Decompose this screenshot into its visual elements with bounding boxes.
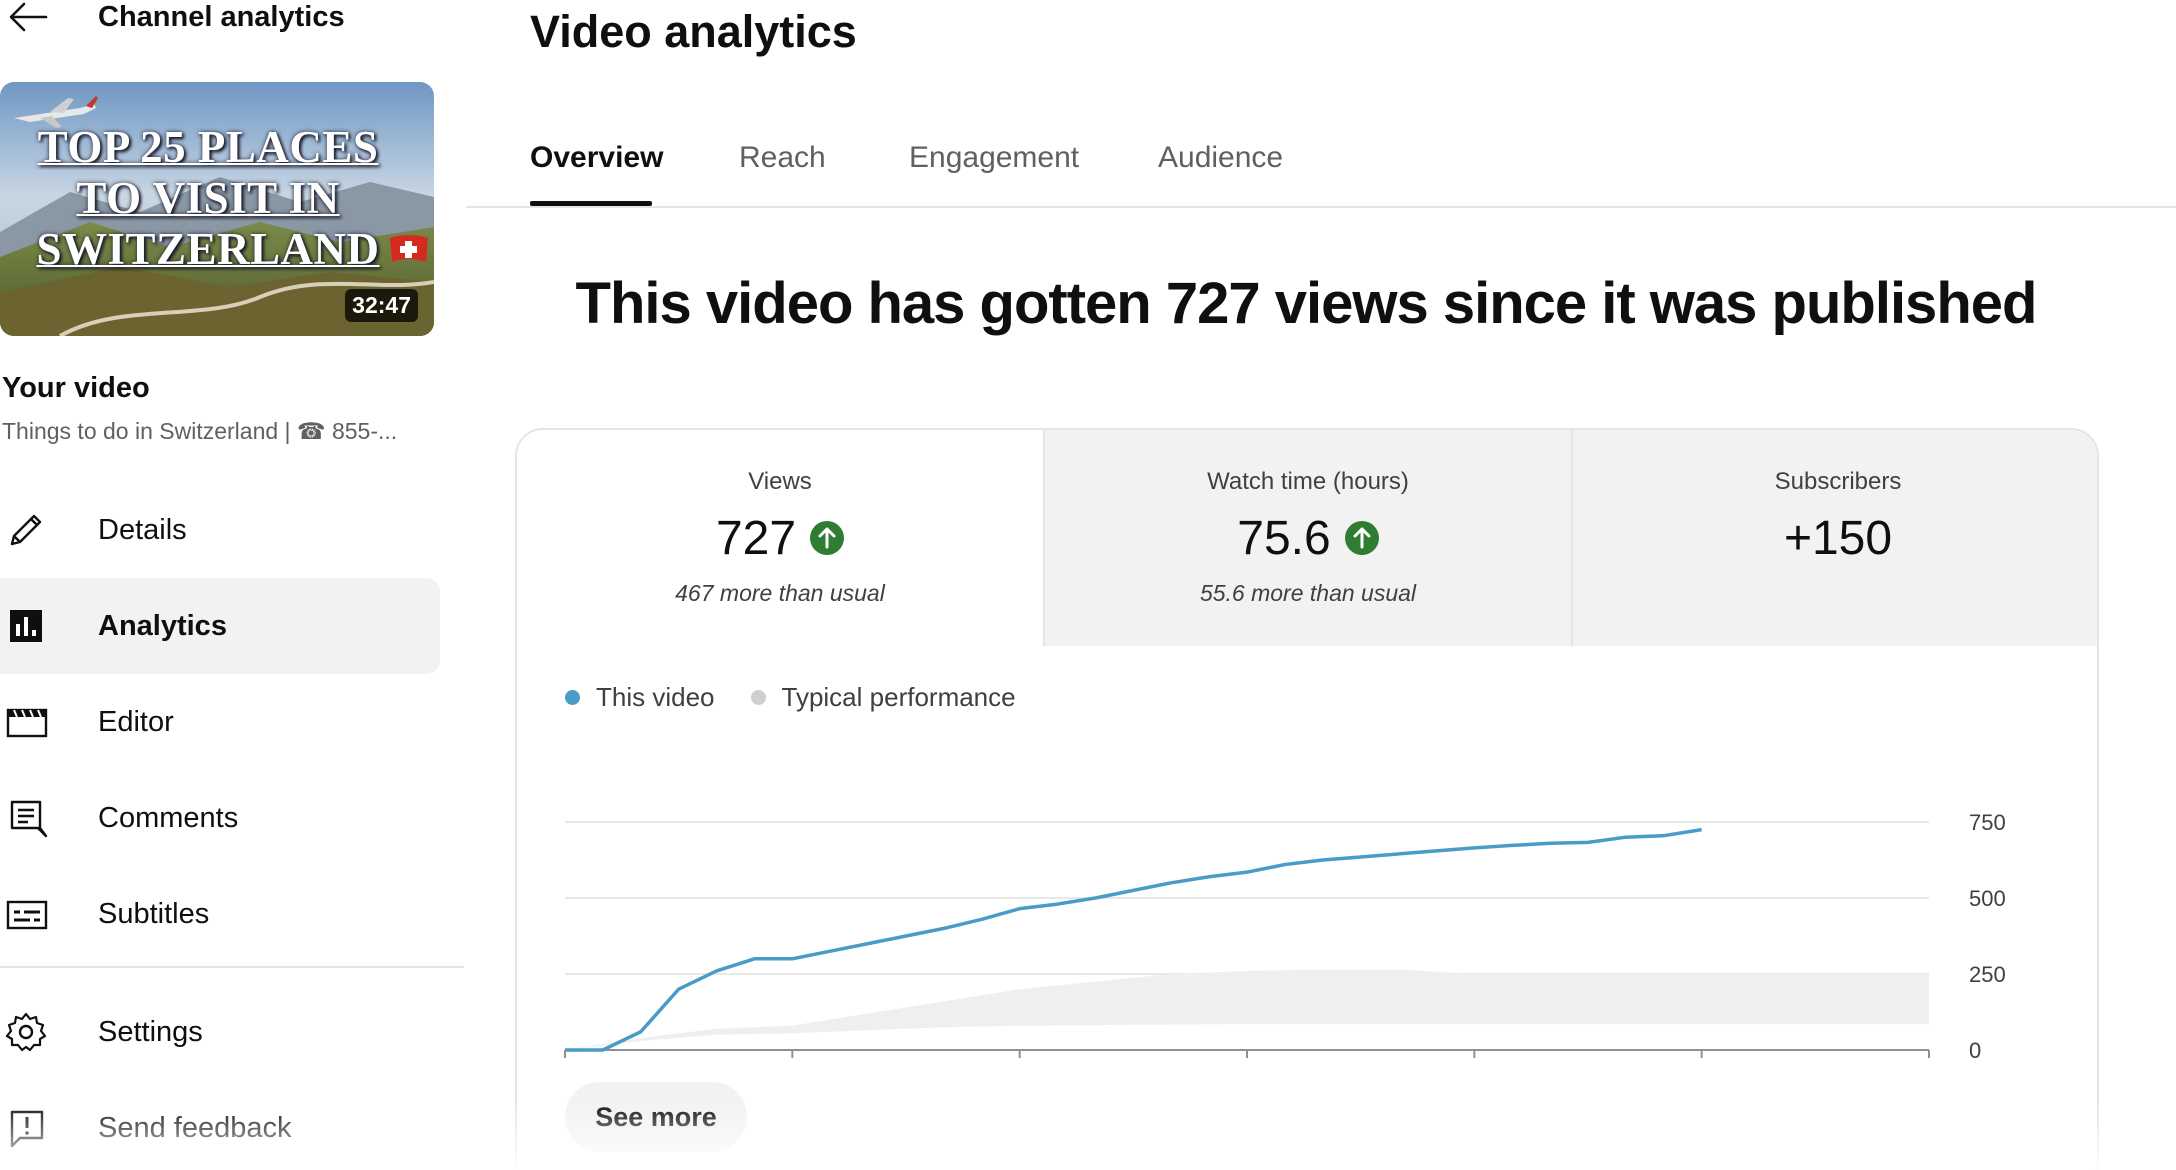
trend-up-icon	[1344, 521, 1379, 555]
sidebar-item-label: Send feedback	[98, 1112, 292, 1144]
sidebar-item-label: Settings	[98, 1016, 203, 1048]
subtitles-icon	[4, 894, 48, 934]
metric-value: 727	[715, 511, 797, 565]
legend-typical: Typical performance	[750, 682, 1016, 713]
sidebar-item-label: Analytics	[98, 610, 227, 642]
sidebar-item-label: Subtitles	[98, 898, 210, 930]
sidebar-item-send-feedback[interactable]: Send feedback	[0, 1080, 440, 1170]
y-tick-label: 500	[1969, 886, 2006, 911]
legend-this-video: This video	[565, 682, 715, 713]
thumbnail-line-2: TO VISIT IN	[76, 173, 340, 223]
sidebar-item-editor[interactable]: Editor	[0, 674, 440, 770]
views-headline: This video has gotten 727 views since it…	[575, 271, 2038, 336]
page-title: Video analytics	[530, 6, 857, 57]
sidebar-item-details[interactable]: Details	[0, 482, 440, 578]
chart-legend: This video Typical performance	[565, 682, 1016, 713]
channel-analytics-link[interactable]: Channel analytics	[98, 0, 345, 34]
sidebar-item-comments[interactable]: Comments	[0, 770, 440, 866]
metric-views[interactable]: Views 727 467 more than usual	[517, 430, 1045, 646]
sidebar-item-analytics[interactable]: Analytics	[0, 578, 440, 674]
metric-label: Views	[748, 468, 812, 495]
gear-icon	[4, 1012, 48, 1052]
metric-value: +150	[1783, 511, 1893, 565]
typical-performance-band	[565, 969, 1929, 1050]
tab-overview[interactable]: Overview	[530, 140, 663, 176]
legend-label: Typical performance	[781, 682, 1016, 712]
sidebar-item-subtitles[interactable]: Subtitles	[0, 866, 440, 962]
analytics-card: Views 727 467 more than usual Watch time…	[515, 428, 2099, 1170]
video-title: Things to do in Switzerland | ☎ 855-...	[2, 418, 398, 444]
feedback-icon	[4, 1108, 48, 1148]
thumbnail-line-3: SWITZERLAND	[36, 224, 380, 274]
y-tick-label: 0	[1969, 1038, 1981, 1063]
legend-dot-blue	[565, 690, 580, 705]
y-tick-label: 250	[1969, 962, 2006, 987]
metric-subscribers[interactable]: Subscribers +150	[1573, 430, 2097, 646]
tab-reach[interactable]: Reach	[739, 140, 826, 176]
sidebar: Channel analytics TOP 25 PLACES TO VISIT…	[0, 0, 466, 1170]
metric-note: 55.6 more than usual	[1199, 580, 1417, 606]
sidebar-item-settings[interactable]: Settings	[0, 984, 440, 1080]
comments-icon	[4, 798, 48, 838]
thumbnail-line-1: TOP 25 PLACES	[37, 122, 379, 172]
metric-value: 75.6	[1237, 511, 1331, 565]
sidebar-divider	[0, 966, 464, 968]
see-more-button[interactable]: See more	[565, 1082, 747, 1152]
metric-note: 467 more than usual	[675, 580, 885, 606]
legend-label: This video	[596, 682, 715, 712]
thumbnail-title: TOP 25 PLACES TO VISIT IN SWITZERLAND	[0, 122, 416, 275]
your-video-heading: Your video	[2, 372, 150, 404]
tab-audience[interactable]: Audience	[1158, 140, 1283, 176]
swiss-flag-icon	[390, 235, 428, 262]
tab-engagement[interactable]: Engagement	[909, 140, 1079, 176]
active-tab-indicator	[530, 201, 652, 206]
tab-bar: Overview Reach Engagement Audience	[466, 130, 2176, 208]
legend-dot-gray	[750, 690, 766, 705]
metric-watch-time[interactable]: Watch time (hours) 75.6 55.6 more than u…	[1045, 430, 1573, 646]
metric-value-row: 727	[517, 508, 1043, 568]
back-arrow-icon[interactable]	[6, 0, 50, 36]
video-thumbnail[interactable]: TOP 25 PLACES TO VISIT IN SWITZERLAND 32…	[0, 82, 434, 336]
trend-up-icon	[810, 521, 845, 555]
sidebar-item-label: Editor	[98, 706, 174, 738]
sidebar-item-label: Comments	[98, 802, 239, 834]
metric-label: Watch time (hours)	[1207, 468, 1409, 495]
metric-label: Subscribers	[1774, 468, 1902, 495]
metric-value-row: +150	[1573, 508, 2097, 568]
back-row: Channel analytics	[0, 0, 466, 40]
y-tick-label: 750	[1969, 810, 2006, 835]
views-chart: 0250500750061218243036 days	[564, 810, 2006, 1063]
editor-icon	[4, 702, 48, 742]
pencil-icon	[4, 510, 48, 550]
metric-value-row: 75.6	[1045, 508, 1571, 568]
duration-badge: 32:47	[345, 289, 418, 322]
sidebar-item-label: Details	[98, 514, 187, 546]
analytics-icon	[4, 606, 48, 646]
